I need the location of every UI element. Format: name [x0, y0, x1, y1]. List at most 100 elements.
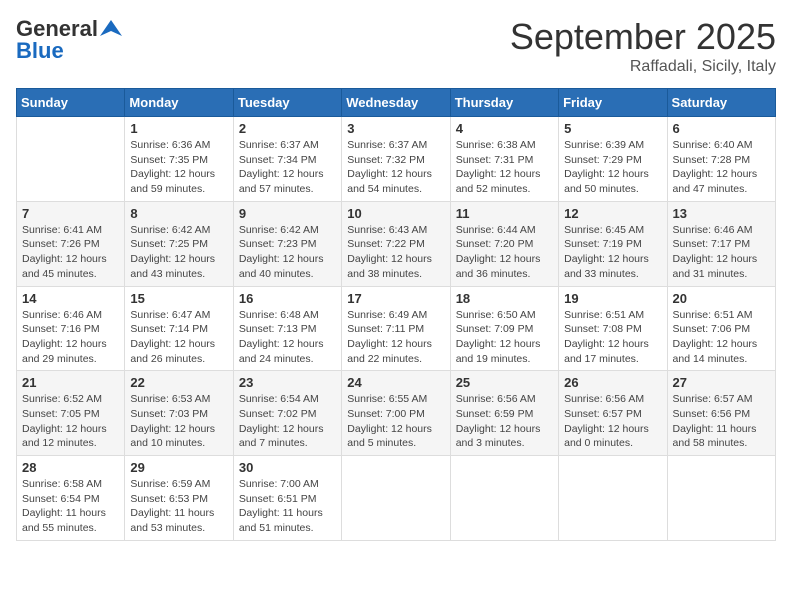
- day-info: Sunrise: 6:59 AMSunset: 6:53 PMDaylight:…: [130, 477, 227, 536]
- day-number: 7: [22, 206, 119, 221]
- day-number: 10: [347, 206, 444, 221]
- day-number: 1: [130, 121, 227, 136]
- day-number: 9: [239, 206, 336, 221]
- day-info: Sunrise: 6:43 AMSunset: 7:22 PMDaylight:…: [347, 223, 444, 282]
- calendar-cell: 25 Sunrise: 6:56 AMSunset: 6:59 PMDayligh…: [450, 371, 558, 456]
- calendar-cell: 20Sunrise: 6:51 AMSunset: 7:06 PMDayligh…: [667, 286, 775, 371]
- calendar-cell: 5 Sunrise: 6:39 AMSunset: 7:29 PMDaylight…: [559, 117, 667, 202]
- day-number: 30: [239, 460, 336, 475]
- day-info: Sunrise: 6:51 AMSunset: 7:08 PMDaylight:…: [564, 308, 661, 367]
- weekday-header-thursday: Thursday: [450, 89, 558, 117]
- title-area: September 2025 Raffadali, Sicily, Italy: [510, 16, 776, 76]
- weekday-header-saturday: Saturday: [667, 89, 775, 117]
- day-info: Sunrise: 6:44 AMSunset: 7:20 PMDaylight:…: [456, 223, 553, 282]
- day-info: Sunrise: 6:48 AMSunset: 7:13 PMDaylight:…: [239, 308, 336, 367]
- calendar-cell: 28Sunrise: 6:58 AMSunset: 6:54 PMDayligh…: [17, 456, 125, 541]
- calendar-cell: 1 Sunrise: 6:36 AMSunset: 7:35 PMDaylight…: [125, 117, 233, 202]
- day-number: 11: [456, 206, 553, 221]
- calendar-cell: [342, 456, 450, 541]
- calendar-cell: 7 Sunrise: 6:41 AMSunset: 7:26 PMDaylight…: [17, 201, 125, 286]
- calendar-cell: 14 Sunrise: 6:46 AMSunset: 7:16 PMDayligh…: [17, 286, 125, 371]
- day-info: Sunrise: 6:58 AMSunset: 6:54 PMDaylight:…: [22, 477, 119, 536]
- calendar-cell: 23 Sunrise: 6:54 AMSunset: 7:02 PMDayligh…: [233, 371, 341, 456]
- day-number: 2: [239, 121, 336, 136]
- calendar-cell: 2 Sunrise: 6:37 AMSunset: 7:34 PMDaylight…: [233, 117, 341, 202]
- calendar-cell: 16 Sunrise: 6:48 AMSunset: 7:13 PMDayligh…: [233, 286, 341, 371]
- location: Raffadali, Sicily, Italy: [510, 58, 776, 76]
- day-number: 16: [239, 291, 336, 306]
- calendar-week-row: 7 Sunrise: 6:41 AMSunset: 7:26 PMDaylight…: [17, 201, 776, 286]
- day-number: 17: [347, 291, 444, 306]
- logo: General Blue: [16, 16, 122, 64]
- calendar-cell: 11 Sunrise: 6:44 AMSunset: 7:20 PMDayligh…: [450, 201, 558, 286]
- day-info: Sunrise: 6:55 AMSunset: 7:00 PMDaylight:…: [347, 392, 444, 451]
- calendar-week-row: 14 Sunrise: 6:46 AMSunset: 7:16 PMDayligh…: [17, 286, 776, 371]
- weekday-header-row: SundayMondayTuesdayWednesdayThursdayFrid…: [17, 89, 776, 117]
- calendar-cell: 27 Sunrise: 6:57 AMSunset: 6:56 PMDayligh…: [667, 371, 775, 456]
- weekday-header-friday: Friday: [559, 89, 667, 117]
- day-number: 26: [564, 375, 661, 390]
- calendar-cell: [17, 117, 125, 202]
- day-info: Sunrise: 6:56 AMSunset: 6:59 PMDaylight:…: [456, 392, 553, 451]
- weekday-header-tuesday: Tuesday: [233, 89, 341, 117]
- day-info: Sunrise: 6:53 AMSunset: 7:03 PMDaylight:…: [130, 392, 227, 451]
- day-info: Sunrise: 6:46 AMSunset: 7:17 PMDaylight:…: [673, 223, 770, 282]
- day-number: 29: [130, 460, 227, 475]
- logo-blue: Blue: [16, 38, 64, 64]
- day-number: 8: [130, 206, 227, 221]
- calendar-cell: 26 Sunrise: 6:56 AMSunset: 6:57 PMDayligh…: [559, 371, 667, 456]
- day-number: 25: [456, 375, 553, 390]
- day-info: Sunrise: 6:42 AMSunset: 7:23 PMDaylight:…: [239, 223, 336, 282]
- calendar-cell: 9 Sunrise: 6:42 AMSunset: 7:23 PMDaylight…: [233, 201, 341, 286]
- calendar-cell: [667, 456, 775, 541]
- month-title: September 2025: [510, 16, 776, 58]
- day-number: 3: [347, 121, 444, 136]
- calendar-week-row: 21 Sunrise: 6:52 AMSunset: 7:05 PMDayligh…: [17, 371, 776, 456]
- calendar-cell: 15 Sunrise: 6:47 AMSunset: 7:14 PMDayligh…: [125, 286, 233, 371]
- day-number: 15: [130, 291, 227, 306]
- day-info: Sunrise: 6:45 AMSunset: 7:19 PMDaylight:…: [564, 223, 661, 282]
- weekday-header-wednesday: Wednesday: [342, 89, 450, 117]
- day-info: Sunrise: 7:00 AMSunset: 6:51 PMDaylight:…: [239, 477, 336, 536]
- calendar-cell: 4Sunrise: 6:38 AMSunset: 7:31 PMDaylight…: [450, 117, 558, 202]
- day-info: Sunrise: 6:42 AMSunset: 7:25 PMDaylight:…: [130, 223, 227, 282]
- day-info: Sunrise: 6:54 AMSunset: 7:02 PMDaylight:…: [239, 392, 336, 451]
- day-number: 6: [673, 121, 770, 136]
- day-info: Sunrise: 6:38 AMSunset: 7:31 PMDaylight:…: [456, 138, 553, 197]
- day-info: Sunrise: 6:39 AMSunset: 7:29 PMDaylight:…: [564, 138, 661, 197]
- calendar-cell: 17Sunrise: 6:49 AMSunset: 7:11 PMDayligh…: [342, 286, 450, 371]
- calendar-cell: 24 Sunrise: 6:55 AMSunset: 7:00 PMDayligh…: [342, 371, 450, 456]
- day-info: Sunrise: 6:50 AMSunset: 7:09 PMDaylight:…: [456, 308, 553, 367]
- day-number: 21: [22, 375, 119, 390]
- day-info: Sunrise: 6:41 AMSunset: 7:26 PMDaylight:…: [22, 223, 119, 282]
- day-number: 23: [239, 375, 336, 390]
- calendar-cell: 13Sunrise: 6:46 AMSunset: 7:17 PMDayligh…: [667, 201, 775, 286]
- day-info: Sunrise: 6:56 AMSunset: 6:57 PMDaylight:…: [564, 392, 661, 451]
- page-header: General Blue September 2025 Raffadali, S…: [16, 16, 776, 76]
- calendar-cell: 8 Sunrise: 6:42 AMSunset: 7:25 PMDaylight…: [125, 201, 233, 286]
- calendar-cell: 29 Sunrise: 6:59 AMSunset: 6:53 PMDayligh…: [125, 456, 233, 541]
- calendar-cell: 6 Sunrise: 6:40 AMSunset: 7:28 PMDaylight…: [667, 117, 775, 202]
- day-info: Sunrise: 6:57 AMSunset: 6:56 PMDaylight:…: [673, 392, 770, 451]
- calendar-cell: 30 Sunrise: 7:00 AMSunset: 6:51 PMDayligh…: [233, 456, 341, 541]
- day-info: Sunrise: 6:40 AMSunset: 7:28 PMDaylight:…: [673, 138, 770, 197]
- day-info: Sunrise: 6:37 AMSunset: 7:34 PMDaylight:…: [239, 138, 336, 197]
- day-info: Sunrise: 6:46 AMSunset: 7:16 PMDaylight:…: [22, 308, 119, 367]
- day-number: 22: [130, 375, 227, 390]
- day-number: 5: [564, 121, 661, 136]
- day-number: 24: [347, 375, 444, 390]
- day-info: Sunrise: 6:51 AMSunset: 7:06 PMDaylight:…: [673, 308, 770, 367]
- calendar-cell: 18Sunrise: 6:50 AMSunset: 7:09 PMDayligh…: [450, 286, 558, 371]
- calendar-cell: 22 Sunrise: 6:53 AMSunset: 7:03 PMDayligh…: [125, 371, 233, 456]
- calendar-cell: [559, 456, 667, 541]
- day-info: Sunrise: 6:36 AMSunset: 7:35 PMDaylight:…: [130, 138, 227, 197]
- day-number: 14: [22, 291, 119, 306]
- weekday-header-monday: Monday: [125, 89, 233, 117]
- calendar-cell: 12Sunrise: 6:45 AMSunset: 7:19 PMDayligh…: [559, 201, 667, 286]
- day-info: Sunrise: 6:47 AMSunset: 7:14 PMDaylight:…: [130, 308, 227, 367]
- day-number: 19: [564, 291, 661, 306]
- calendar-cell: 10 Sunrise: 6:43 AMSunset: 7:22 PMDayligh…: [342, 201, 450, 286]
- day-number: 27: [673, 375, 770, 390]
- calendar-cell: 19 Sunrise: 6:51 AMSunset: 7:08 PMDayligh…: [559, 286, 667, 371]
- day-info: Sunrise: 6:52 AMSunset: 7:05 PMDaylight:…: [22, 392, 119, 451]
